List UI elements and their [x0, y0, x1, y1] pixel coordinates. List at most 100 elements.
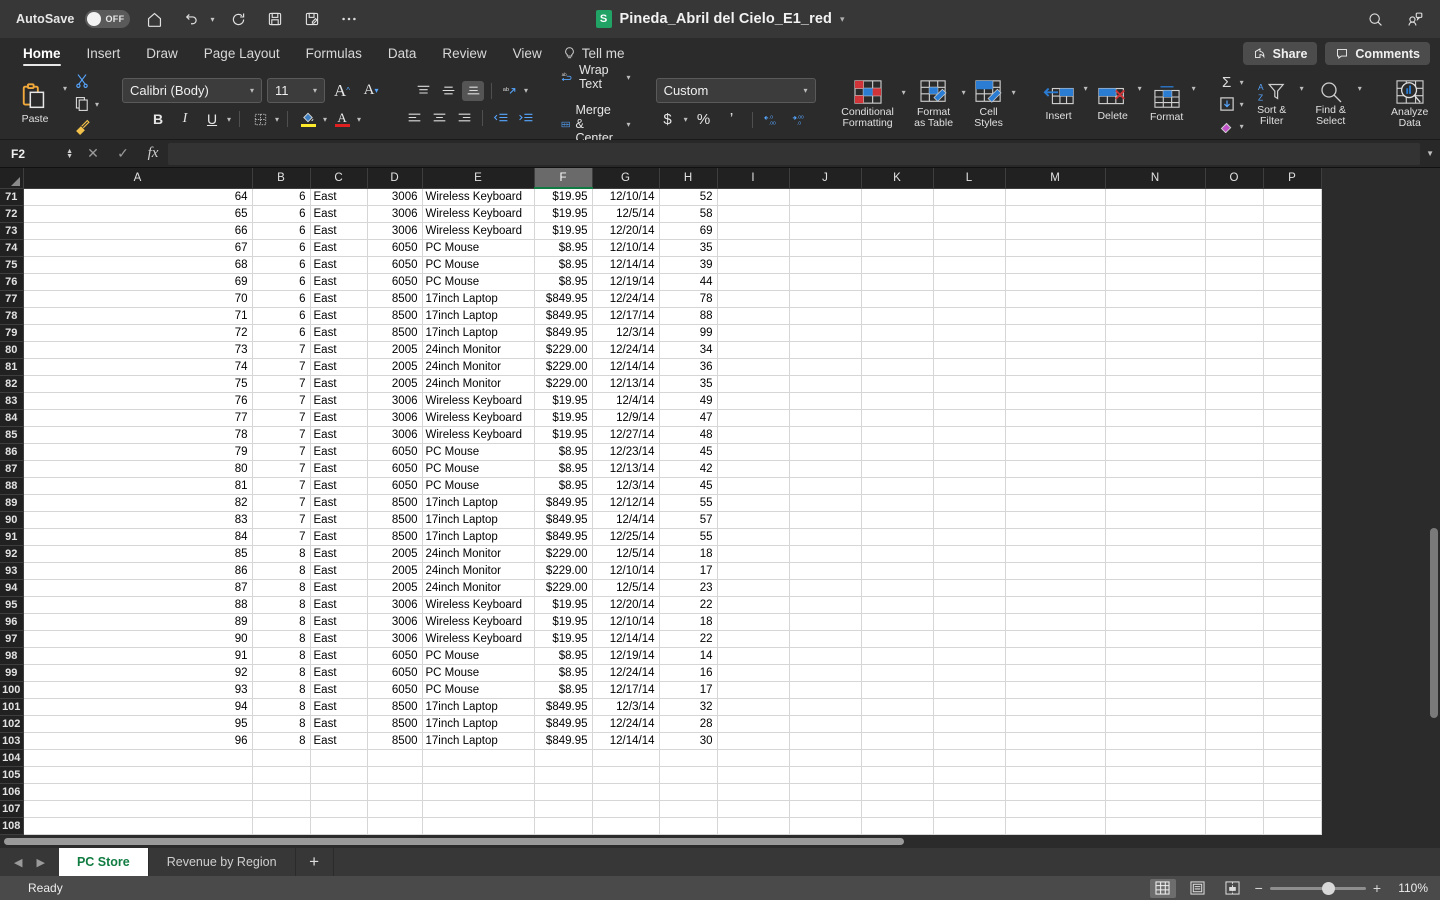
cell-B77[interactable]: 6	[252, 290, 311, 308]
cell-C82[interactable]: East	[310, 375, 368, 393]
table-row[interactable]: 72 65 6 East 3006 Wireless Keyboard $19.95 12/5…	[0, 205, 1322, 223]
cell-H107[interactable]	[659, 800, 718, 818]
fill-color-dropdown-icon[interactable]: ▾	[323, 115, 327, 124]
cell-I108[interactable]	[717, 817, 790, 835]
cell-J98[interactable]	[789, 647, 862, 665]
row-header-76[interactable]: 76	[0, 273, 24, 291]
cell-A94[interactable]: 87	[23, 579, 253, 597]
cell-D98[interactable]: 6050	[367, 647, 423, 665]
cancel-formula-icon[interactable]: ✕	[78, 145, 108, 162]
tab-review[interactable]: Review	[429, 44, 499, 68]
cell-P85[interactable]	[1263, 426, 1322, 444]
column-header-P[interactable]: P	[1263, 168, 1322, 189]
table-row[interactable]: 92 85 8 East 2005 24inch Monitor $229.00 12/5/1…	[0, 545, 1322, 563]
cell-I97[interactable]	[717, 630, 790, 648]
cell-H75[interactable]: 39	[659, 256, 718, 274]
cell-N101[interactable]	[1105, 698, 1206, 716]
align-middle-button[interactable]	[437, 81, 459, 101]
cell-B107[interactable]	[252, 800, 311, 818]
cell-I85[interactable]	[717, 426, 790, 444]
cell-I77[interactable]	[717, 290, 790, 308]
cell-E101[interactable]: 17inch Laptop	[422, 698, 535, 716]
cell-M81[interactable]	[1005, 358, 1106, 376]
column-header-L[interactable]: L	[933, 168, 1006, 189]
cell-C72[interactable]: East	[310, 205, 368, 223]
cell-F82[interactable]: $229.00	[534, 375, 593, 393]
tab-page-layout[interactable]: Page Layout	[191, 44, 293, 68]
cell-A71[interactable]: 64	[23, 188, 253, 206]
cell-F92[interactable]: $229.00	[534, 545, 593, 563]
row-header-71[interactable]: 71	[0, 188, 24, 206]
format-painter-icon[interactable]	[71, 117, 93, 137]
cell-D79[interactable]: 8500	[367, 324, 423, 342]
cell-O89[interactable]	[1205, 494, 1264, 512]
cell-E105[interactable]	[422, 766, 535, 784]
cell-N80[interactable]	[1105, 341, 1206, 359]
cell-P72[interactable]	[1263, 205, 1322, 223]
cell-D86[interactable]: 6050	[367, 443, 423, 461]
wrap-text-button[interactable]: ab Wrap Text ▾	[557, 61, 635, 93]
cell-K76[interactable]	[861, 273, 934, 291]
cell-J104[interactable]	[789, 749, 862, 767]
cell-B94[interactable]: 8	[252, 579, 311, 597]
borders-button[interactable]	[248, 108, 272, 130]
cell-K78[interactable]	[861, 307, 934, 325]
cell-L73[interactable]	[933, 222, 1006, 240]
sort-filter-dropdown-icon[interactable]: ▾	[1300, 84, 1304, 93]
cell-B79[interactable]: 6	[252, 324, 311, 342]
cell-D102[interactable]: 8500	[367, 715, 423, 733]
cell-H102[interactable]: 28	[659, 715, 718, 733]
cell-J78[interactable]	[789, 307, 862, 325]
cell-P84[interactable]	[1263, 409, 1322, 427]
font-color-button[interactable]: A	[330, 108, 354, 130]
cell-E97[interactable]: Wireless Keyboard	[422, 630, 535, 648]
cell-G106[interactable]	[592, 783, 660, 801]
cell-M77[interactable]	[1005, 290, 1106, 308]
fill-color-button[interactable]	[296, 108, 320, 130]
cell-styles-button[interactable]: Cell Styles	[968, 79, 1010, 130]
cell-N79[interactable]	[1105, 324, 1206, 342]
cell-B92[interactable]: 8	[252, 545, 311, 563]
cell-C71[interactable]: East	[310, 188, 368, 206]
cell-E108[interactable]	[422, 817, 535, 835]
font-name-select[interactable]: Calibri (Body) ▾	[122, 78, 263, 103]
font-color-dropdown-icon[interactable]: ▾	[357, 115, 361, 124]
cell-L88[interactable]	[933, 477, 1006, 495]
sheet-tab-pc-store[interactable]: PC Store	[58, 848, 149, 876]
format-as-table-button[interactable]: Format as Table	[908, 79, 960, 130]
cell-I76[interactable]	[717, 273, 790, 291]
zoom-level-label[interactable]: 110%	[1390, 881, 1428, 895]
cell-P108[interactable]	[1263, 817, 1322, 835]
autosum-button[interactable]: Σ	[1216, 72, 1238, 92]
cell-G95[interactable]: 12/20/14	[592, 596, 660, 614]
cell-D107[interactable]	[367, 800, 423, 818]
cell-G76[interactable]: 12/19/14	[592, 273, 660, 291]
cell-E82[interactable]: 24inch Monitor	[422, 375, 535, 393]
cell-J83[interactable]	[789, 392, 862, 410]
cell-I103[interactable]	[717, 732, 790, 750]
cell-J97[interactable]	[789, 630, 862, 648]
cell-P71[interactable]	[1263, 188, 1322, 206]
cell-I79[interactable]	[717, 324, 790, 342]
cell-J85[interactable]	[789, 426, 862, 444]
table-row[interactable]: 95 88 8 East 3006 Wireless Keyboard $19.95 12/2…	[0, 596, 1322, 614]
cell-L92[interactable]	[933, 545, 1006, 563]
cell-G104[interactable]	[592, 749, 660, 767]
cell-O98[interactable]	[1205, 647, 1264, 665]
cell-B86[interactable]: 7	[252, 443, 311, 461]
row-header-78[interactable]: 78	[0, 307, 24, 325]
cell-G92[interactable]: 12/5/14	[592, 545, 660, 563]
cell-C90[interactable]: East	[310, 511, 368, 529]
table-row[interactable]: 76 69 6 East 6050 PC Mouse $8.95 12/19/14 44	[0, 273, 1322, 291]
table-row[interactable]: 93 86 8 East 2005 24inch Monitor $229.00 12/10/…	[0, 562, 1322, 580]
cell-M89[interactable]	[1005, 494, 1106, 512]
cell-K87[interactable]	[861, 460, 934, 478]
cell-C97[interactable]: East	[310, 630, 368, 648]
insert-function-icon[interactable]: fx	[138, 145, 168, 162]
currency-format-button[interactable]: $	[656, 109, 680, 131]
conditional-formatting-dropdown-icon[interactable]: ▾	[902, 88, 906, 97]
cell-L72[interactable]	[933, 205, 1006, 223]
decrease-indent-button[interactable]	[490, 108, 512, 128]
column-header-G[interactable]: G	[592, 168, 660, 189]
table-row[interactable]: 101 94 8 East 8500 17inch Laptop $849.95 12/3/1…	[0, 698, 1322, 716]
